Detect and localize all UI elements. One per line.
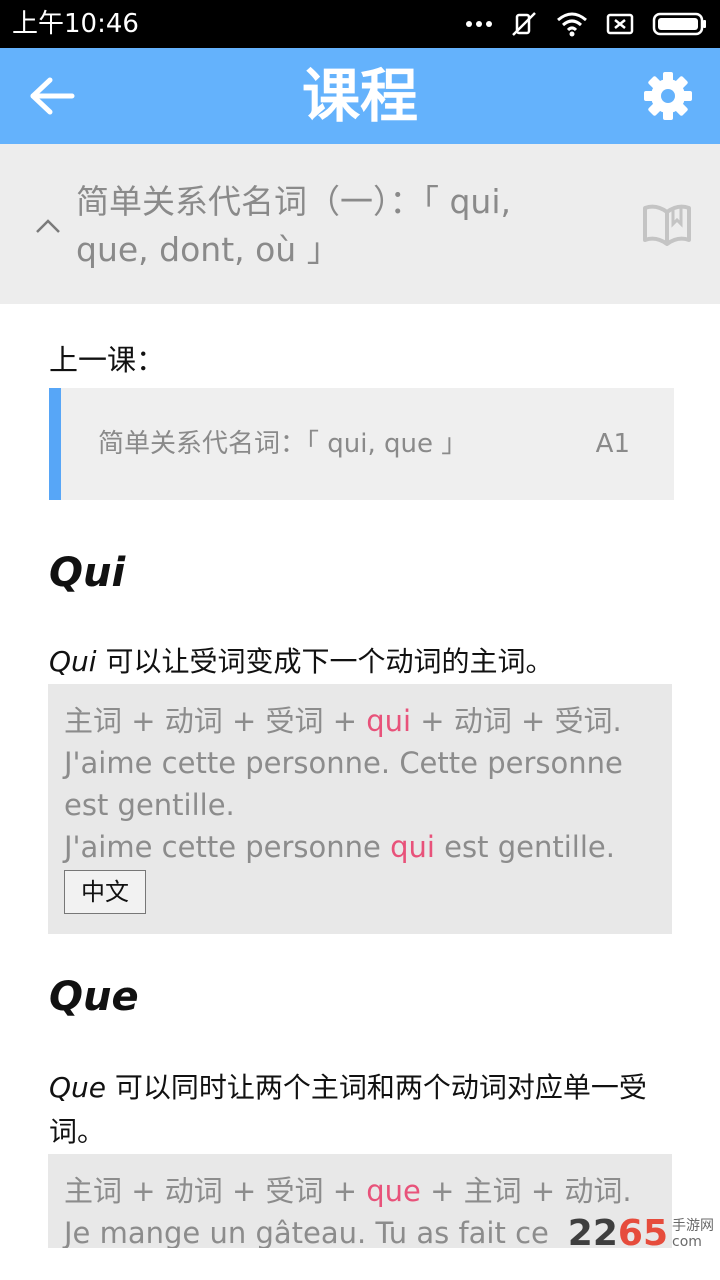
section-heading-qui: Qui <box>49 550 126 596</box>
mute-icon <box>510 10 538 38</box>
highlight-word: que <box>366 1174 421 1208</box>
section-desc-text: 可以让受词变成下一个动词的主词。 <box>96 645 554 678</box>
section-desc-term: Qui <box>49 645 97 678</box>
translate-button[interactable]: 中文 <box>64 870 146 914</box>
status-icons <box>466 8 708 40</box>
section-heading-que: Que <box>49 974 139 1020</box>
example-sentence: J'aime cette personne. Cette personne es… <box>64 746 623 822</box>
section-desc-term: Que <box>49 1071 107 1104</box>
gear-icon <box>644 72 692 120</box>
section-desc-qui: Qui 可以让受词变成下一个动词的主词。 <box>49 640 669 684</box>
app-bar: 课程 <box>0 48 720 144</box>
lesson-title-line1: 简单关系代名词（一）：「 qui, <box>76 182 512 221</box>
section-desc-que: Que 可以同时让两个主词和两个动词对应单一受词。 <box>49 1066 669 1154</box>
battery-icon <box>652 11 708 37</box>
more-icon <box>466 20 492 28</box>
example-box-qui: 主词 + 动词 + 受词 + qui + 动词 + 受词. J'aime cet… <box>48 684 672 934</box>
highlight-word: qui <box>390 830 435 864</box>
lesson-content[interactable]: 上一课： 简单关系代名词：「 qui, que 」 A1 Qui Qui 可以让… <box>0 304 720 1248</box>
book-icon[interactable] <box>642 200 692 248</box>
previous-lesson-label: 上一课： <box>49 343 166 377</box>
status-time: 上午10:46 <box>12 9 139 39</box>
formula-line: 主词 + 动词 + 受词 + qui + 动词 + 受词. <box>64 704 622 738</box>
lesson-title-line2: que, dont, où 」 <box>76 230 340 269</box>
previous-lesson-card[interactable]: 简单关系代名词：「 qui, que 」 A1 <box>49 388 674 500</box>
settings-button[interactable] <box>640 68 696 124</box>
wifi-icon <box>556 11 588 37</box>
lesson-header: 简单关系代名词（一）：「 qui, que, dont, où 」 <box>0 144 720 304</box>
section-desc-text: 可以同时让两个主词和两个动词对应单一受词。 <box>49 1071 647 1148</box>
watermark-number: 2265 <box>567 1213 668 1254</box>
highlight-word: qui <box>366 704 412 738</box>
chevron-up-icon <box>36 219 60 233</box>
previous-lesson-title: 简单关系代名词：「 qui, que 」 <box>98 429 468 459</box>
sim-off-icon <box>606 12 634 36</box>
watermark-logo: 2265 手游网 com <box>568 1213 714 1254</box>
arrow-left-icon <box>30 77 75 115</box>
status-bar: 上午10:46 <box>0 0 720 48</box>
collapse-button[interactable] <box>30 208 66 244</box>
lesson-title: 简单关系代名词（一）：「 qui, que, dont, où 」 <box>76 178 616 274</box>
back-button[interactable] <box>22 68 82 124</box>
page-title: 课程 <box>301 62 418 130</box>
example-sentence-combined: J'aime cette personne qui est gentille. <box>64 830 615 864</box>
screen: 上午10:46 课程 简单关系代名词（一）：「 qui, que, dont, … <box>0 0 720 1280</box>
formula-line: 主词 + 动词 + 受词 + que + 主词 + 动词. <box>64 1174 632 1208</box>
previous-lesson-level: A1 <box>595 429 630 459</box>
watermark-text: 手游网 com <box>672 1217 714 1250</box>
